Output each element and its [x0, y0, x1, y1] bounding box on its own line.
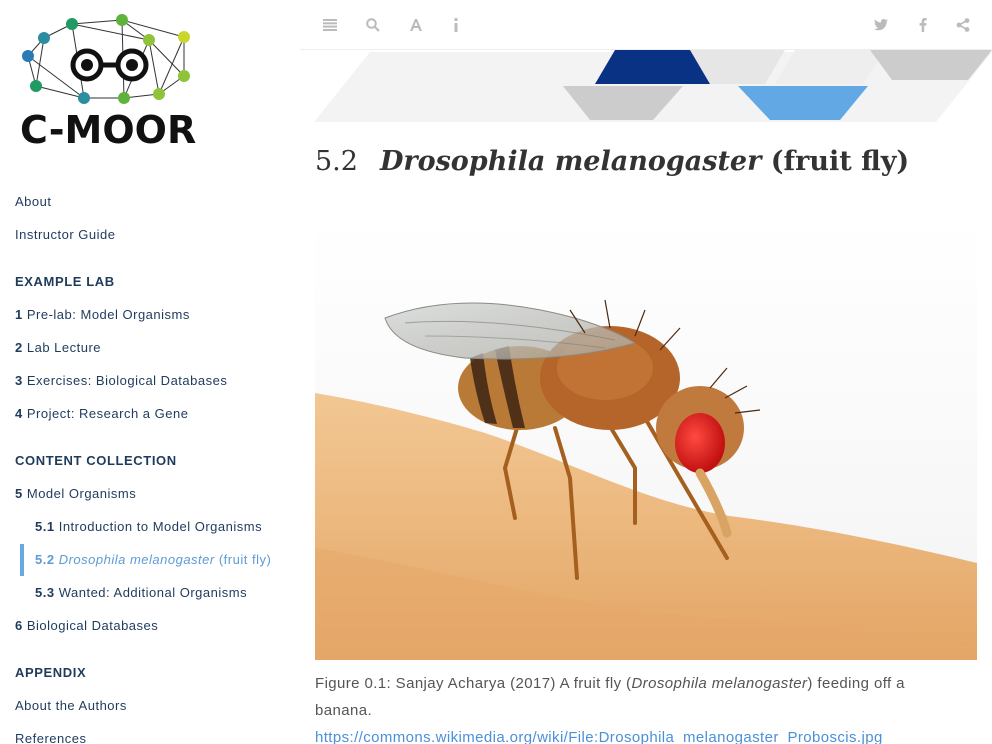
- sidebar-item-label: About the Authors: [15, 698, 127, 713]
- twitter-icon[interactable]: [871, 15, 891, 35]
- c-moor-logo[interactable]: C-MOOR: [14, 10, 214, 152]
- info-icon[interactable]: [446, 15, 466, 35]
- sidebar-item-drosophila[interactable]: 5.2 Drosophila melanogaster (fruit fly): [35, 552, 271, 567]
- sidebar-item-wanted-organisms[interactable]: 5.3 Wanted: Additional Organisms: [35, 585, 247, 600]
- figure-caption: Figure 0.1: Sanjay Acharya (2017) A frui…: [315, 670, 955, 744]
- font-icon[interactable]: [406, 15, 426, 35]
- caption-source-link[interactable]: https://commons.wikimedia.org/wiki/File:…: [315, 724, 955, 744]
- sidebar-item-number: 5.3: [35, 585, 55, 600]
- facebook-icon[interactable]: [913, 15, 933, 35]
- sidebar-item-number: 5.2: [35, 552, 55, 567]
- sidebar-item-label: Exercises: Biological Databases: [26, 373, 228, 388]
- sidebar-item-intro-model-organisms[interactable]: 5.1 Introduction to Model Organisms: [35, 519, 262, 534]
- sidebar: C-MOOR About Instructor Guide EXAMPLE LA…: [0, 0, 300, 744]
- share-icon[interactable]: [953, 15, 973, 35]
- caption-italic: Drosophila melanogaster: [631, 675, 808, 692]
- title-italic: Drosophila melanogaster: [379, 146, 762, 177]
- sidebar-item-references[interactable]: References: [15, 731, 86, 744]
- sidebar-item-label: Project: Research a Gene: [26, 406, 189, 421]
- sidebar-item-number: 2: [15, 340, 23, 355]
- sidebar-item-number: 6: [15, 618, 23, 633]
- sidebar-item-label: Instructor Guide: [15, 227, 116, 242]
- sidebar-item-lab-lecture[interactable]: 2 Lab Lecture: [15, 340, 101, 355]
- sidebar-item-number: 1: [15, 307, 23, 322]
- sidebar-item-label: Lab Lecture: [26, 340, 102, 355]
- sidebar-item-label: About: [15, 194, 52, 209]
- fruit-fly-photo: [315, 218, 977, 660]
- sidebar-item-number: 3: [15, 373, 23, 388]
- sidebar-item-number: 5: [15, 486, 23, 501]
- menu-icon[interactable]: [320, 15, 340, 35]
- sidebar-item-model-organisms[interactable]: 5 Model Organisms: [15, 486, 136, 501]
- active-indicator: [20, 544, 24, 576]
- sidebar-item-instructor-guide[interactable]: Instructor Guide: [15, 227, 116, 242]
- page-title: 5.2 Drosophila melanogaster (fruit fly): [315, 146, 909, 177]
- sidebar-item-number: 5.1: [35, 519, 55, 534]
- network-graphic: [22, 14, 190, 104]
- sidebar-item-biological-databases[interactable]: 6 Biological Databases: [15, 618, 158, 633]
- sidebar-item-exercises[interactable]: 3 Exercises: Biological Databases: [15, 373, 227, 388]
- sidebar-item-label: Wanted: Additional Organisms: [58, 585, 248, 600]
- title-rest: (fruit fly): [761, 146, 910, 177]
- sidebar-item-label: Introduction to Model Organisms: [58, 519, 263, 534]
- sidebar-item-label: (fruit fly): [214, 552, 272, 567]
- sidebar-item-about-authors[interactable]: About the Authors: [15, 698, 127, 713]
- section-number: 5.2: [315, 146, 358, 177]
- sidebar-item-label: References: [15, 731, 87, 744]
- decorative-banner: [300, 50, 992, 124]
- logo-wordmark: C-MOOR: [20, 108, 197, 152]
- sidebar-item-label: Biological Databases: [26, 618, 159, 633]
- sidebar-item-label: Model Organisms: [26, 486, 137, 501]
- sidebar-item-about[interactable]: About: [15, 194, 51, 209]
- sidebar-header-example-lab: EXAMPLE LAB: [15, 274, 115, 289]
- sidebar-header-content-collection: CONTENT COLLECTION: [15, 453, 177, 468]
- sidebar-item-label: Pre-lab: Model Organisms: [26, 307, 190, 322]
- sidebar-item-project[interactable]: 4 Project: Research a Gene: [15, 406, 188, 421]
- sidebar-header-appendix: APPENDIX: [15, 665, 87, 680]
- caption-text: Figure 0.1: Sanjay Acharya (2017) A frui…: [315, 675, 632, 692]
- toolbar: [300, 0, 992, 50]
- search-icon[interactable]: [363, 15, 383, 35]
- sidebar-item-prelab[interactable]: 1 Pre-lab: Model Organisms: [15, 307, 190, 322]
- sidebar-item-label-italic: Drosophila melanogaster: [58, 552, 215, 567]
- sidebar-item-number: 4: [15, 406, 23, 421]
